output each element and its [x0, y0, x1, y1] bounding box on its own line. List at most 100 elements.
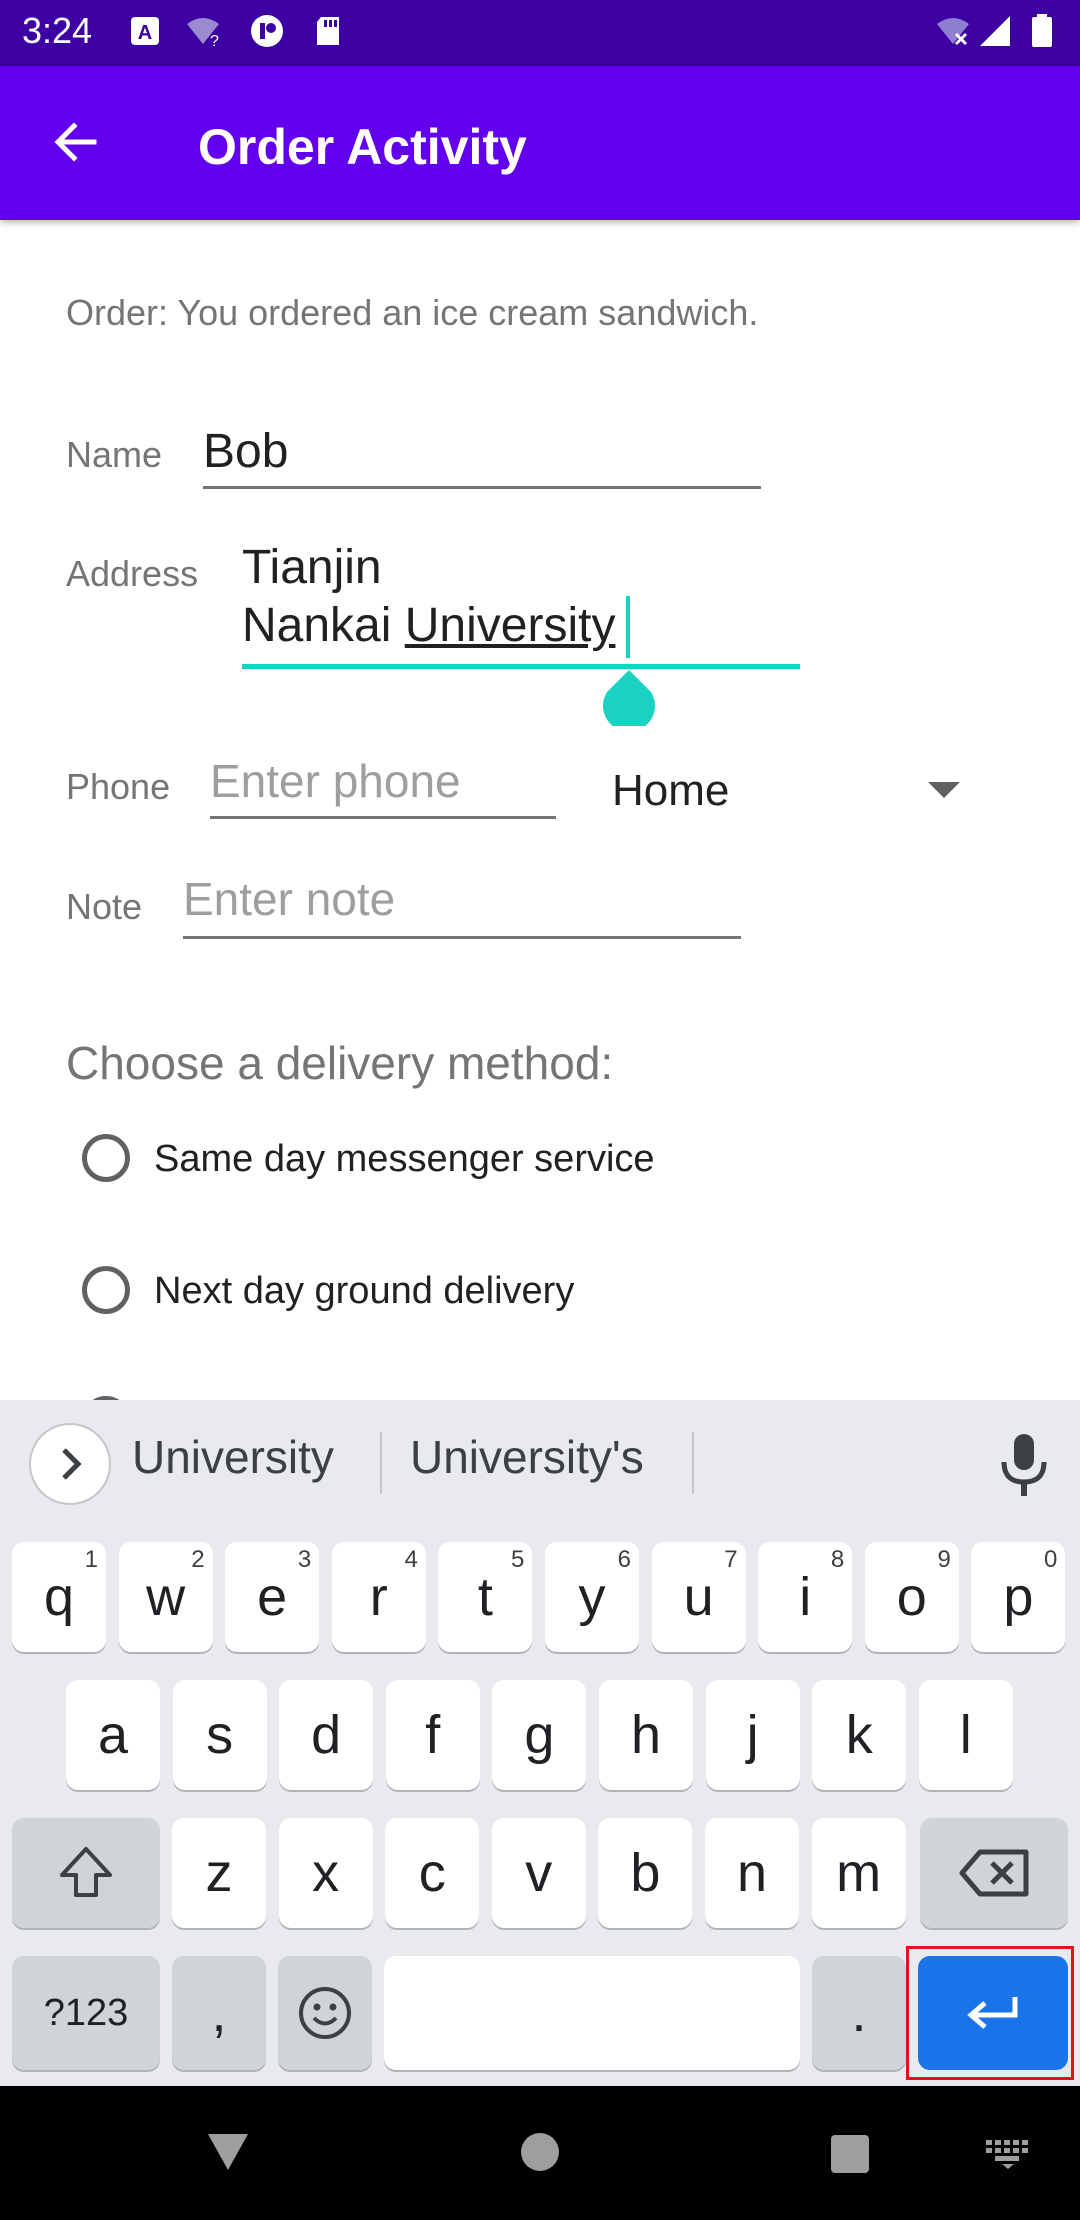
- wifi-off-icon: [937, 18, 969, 46]
- recents-nav-icon[interactable]: [830, 2134, 870, 2174]
- key-hint-number: 1: [84, 1546, 98, 1573]
- comma-key[interactable]: ,: [172, 1956, 266, 2070]
- key-h[interactable]: h: [599, 1680, 693, 1790]
- sd-card-icon: [317, 17, 339, 45]
- key-i[interactable]: i8: [758, 1542, 853, 1652]
- key-v[interactable]: v: [491, 1818, 586, 1928]
- battery-icon: [1032, 14, 1052, 47]
- key-b[interactable]: b: [598, 1818, 693, 1928]
- text-cursor: [626, 596, 630, 658]
- key-hint-number: 2: [191, 1546, 205, 1573]
- expand-suggestions-icon[interactable]: [28, 1422, 112, 1506]
- key-o[interactable]: o9: [864, 1542, 959, 1652]
- suggestion-1[interactable]: University: [132, 1430, 334, 1484]
- note-label: Note: [66, 886, 143, 927]
- key-hint-number: 7: [724, 1546, 738, 1573]
- key-w[interactable]: w2: [118, 1542, 213, 1652]
- key-s[interactable]: s: [172, 1680, 267, 1790]
- radio-next-day[interactable]: Next day ground delivery: [82, 1266, 782, 1322]
- status-time: 3:24: [22, 10, 93, 51]
- name-value: Bob: [203, 425, 289, 478]
- key-hint-number: 0: [1044, 1546, 1058, 1573]
- phone-label: Phone: [66, 766, 171, 807]
- key-label: p: [1003, 1567, 1034, 1627]
- key-label: r: [369, 1567, 388, 1627]
- radio-button[interactable]: [82, 1266, 130, 1314]
- suggestion-divider: [692, 1432, 694, 1494]
- radio-label: Next day ground delivery: [154, 1270, 575, 1312]
- name-label: Name: [66, 434, 163, 475]
- cursor-handle[interactable]: [601, 668, 657, 726]
- app-bar: Order Activity: [0, 66, 1080, 220]
- space-key[interactable]: [384, 1956, 800, 2070]
- key-label: o: [896, 1567, 927, 1627]
- address-line-1: Tianjin: [242, 541, 382, 594]
- key-m[interactable]: m: [811, 1818, 906, 1928]
- symbols-key[interactable]: ?123: [12, 1956, 160, 2070]
- note-placeholder: Enter note: [183, 873, 396, 925]
- key-label: w: [146, 1567, 186, 1627]
- key-g[interactable]: g: [492, 1680, 587, 1790]
- key-f[interactable]: f: [385, 1680, 480, 1790]
- back-arrow-icon[interactable]: [50, 116, 102, 168]
- key-t[interactable]: t5: [438, 1542, 533, 1652]
- microphone-icon[interactable]: [996, 1432, 1052, 1498]
- shift-key[interactable]: [12, 1818, 160, 1928]
- radio-same-day[interactable]: Same day messenger service: [82, 1134, 782, 1190]
- suggestion-divider: [380, 1432, 382, 1494]
- shift-icon: [60, 1847, 112, 1897]
- key-label: i: [799, 1567, 812, 1627]
- period-key[interactable]: .: [812, 1956, 906, 2070]
- name-field[interactable]: Bob: [203, 420, 763, 490]
- key-label: e: [257, 1567, 288, 1627]
- key-k[interactable]: k: [812, 1680, 907, 1790]
- key-p[interactable]: p0: [971, 1542, 1066, 1652]
- note-input[interactable]: Enter note: [183, 868, 743, 939]
- dropdown-arrow-icon: [928, 782, 960, 798]
- radio-button[interactable]: [82, 1134, 130, 1182]
- key-d[interactable]: d: [279, 1680, 374, 1790]
- key-j[interactable]: j: [705, 1680, 800, 1790]
- phone-type-spinner[interactable]: Home: [612, 756, 972, 826]
- emoji-icon: [299, 1987, 351, 2039]
- home-nav-icon[interactable]: [520, 2132, 560, 2172]
- key-c[interactable]: c: [385, 1818, 480, 1928]
- key-u[interactable]: u7: [651, 1542, 746, 1652]
- address-field[interactable]: Tianjin Nankai University: [242, 536, 802, 669]
- key-r[interactable]: r4: [331, 1542, 426, 1652]
- phone-type-value: Home: [612, 766, 730, 815]
- key-q[interactable]: q1: [12, 1542, 106, 1652]
- key-hint-number: 4: [404, 1546, 418, 1573]
- name-underline: [203, 486, 761, 489]
- key-l[interactable]: l: [918, 1680, 1013, 1790]
- key-n[interactable]: n: [705, 1818, 799, 1928]
- key-e[interactable]: e3: [225, 1542, 320, 1652]
- phone-placeholder: Enter phone: [210, 755, 461, 807]
- key-label: q: [43, 1567, 75, 1627]
- address-underline-focused: [242, 664, 800, 669]
- key-x[interactable]: x: [278, 1818, 373, 1928]
- key-y[interactable]: y6: [545, 1542, 639, 1652]
- delivery-heading: Choose a delivery method:: [66, 1037, 614, 1089]
- key-label: u: [683, 1567, 714, 1627]
- address-line-2: Nankai University: [242, 598, 615, 653]
- svg-text:?: ?: [210, 33, 219, 48]
- wifi-unknown-icon: ?: [187, 18, 219, 48]
- page-title: Order Activity: [198, 119, 527, 175]
- address-label: Address: [66, 553, 199, 594]
- status-bar: 3:24 A ?: [0, 0, 1080, 66]
- phone-underline: [210, 816, 556, 819]
- phone-input[interactable]: Enter phone: [210, 750, 558, 820]
- key-a[interactable]: a: [66, 1680, 160, 1790]
- backspace-key[interactable]: [920, 1818, 1068, 1928]
- svg-text:A: A: [138, 22, 152, 44]
- keyboard-notification-icon: A: [131, 17, 159, 45]
- key-label: t: [477, 1567, 493, 1627]
- emoji-key[interactable]: [278, 1956, 372, 2070]
- back-nav-icon[interactable]: [206, 2132, 250, 2172]
- note-underline: [183, 936, 741, 939]
- suggestion-2[interactable]: University's: [410, 1430, 644, 1484]
- key-z[interactable]: z: [172, 1818, 266, 1928]
- keyboard-switch-icon[interactable]: [984, 2138, 1032, 2170]
- app-notification-icon: [251, 15, 283, 47]
